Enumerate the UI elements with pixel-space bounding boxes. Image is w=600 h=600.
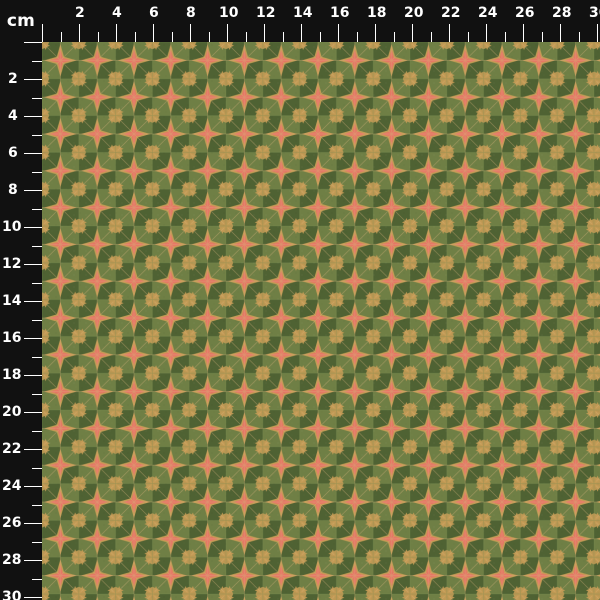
left-ruler-label: 4: [8, 108, 18, 124]
left-major-tick: [24, 190, 42, 191]
top-minor-tick: [320, 32, 321, 42]
left-ruler-label: 12: [2, 256, 22, 272]
left-major-tick: [24, 338, 42, 339]
top-minor-tick: [135, 32, 136, 42]
fabric-texture-overlay: [42, 42, 600, 600]
top-ruler: 24681012141618202224262830: [42, 0, 600, 42]
fabric-pattern-area: [42, 42, 600, 600]
top-major-tick: [449, 24, 450, 42]
left-major-tick: [24, 412, 42, 413]
top-ruler-label: 10: [219, 5, 239, 21]
top-minor-tick: [394, 32, 395, 42]
left-minor-tick: [32, 431, 42, 432]
left-major-tick: [24, 560, 42, 561]
left-minor-tick: [32, 209, 42, 210]
top-ruler-label: 24: [478, 5, 498, 21]
top-minor-tick: [283, 32, 284, 42]
top-ruler-label: 16: [330, 5, 350, 21]
top-major-tick: [560, 24, 561, 42]
left-minor-tick: [32, 468, 42, 469]
top-minor-tick: [579, 32, 580, 42]
top-major-tick: [116, 24, 117, 42]
top-major-tick: [301, 24, 302, 42]
left-ruler-label: 8: [8, 182, 18, 198]
left-major-tick: [24, 486, 42, 487]
left-ruler-label: 30: [2, 589, 22, 600]
left-minor-tick: [32, 394, 42, 395]
unit-label: cm: [6, 11, 36, 31]
fabric-swatch-viewer: cm 24681012141618202224262830 2468101214…: [0, 0, 600, 600]
left-ruler-label: 14: [2, 293, 22, 309]
left-ruler-label: 28: [2, 552, 22, 568]
left-major-tick: [24, 79, 42, 80]
left-minor-tick: [32, 135, 42, 136]
left-ruler-label: 2: [8, 71, 18, 87]
top-ruler-label: 26: [515, 5, 535, 21]
top-ruler-label: 2: [75, 5, 85, 21]
top-major-tick: [264, 24, 265, 42]
left-major-tick: [24, 523, 42, 524]
top-ruler-label: 20: [404, 5, 424, 21]
top-major-tick: [42, 24, 43, 42]
top-major-tick: [227, 24, 228, 42]
top-ruler-label: 14: [293, 5, 313, 21]
left-minor-tick: [32, 246, 42, 247]
left-ruler-label: 6: [8, 145, 18, 161]
left-minor-tick: [32, 283, 42, 284]
top-major-tick: [412, 24, 413, 42]
top-minor-tick: [61, 32, 62, 42]
left-minor-tick: [32, 357, 42, 358]
top-major-tick: [375, 24, 376, 42]
top-minor-tick: [209, 32, 210, 42]
fabric-pattern-svg: [42, 42, 600, 600]
left-major-tick: [24, 153, 42, 154]
left-minor-tick: [32, 98, 42, 99]
left-ruler-label: 20: [2, 404, 22, 420]
top-major-tick: [338, 24, 339, 42]
left-minor-tick: [32, 579, 42, 580]
left-major-tick: [24, 597, 42, 598]
left-major-tick: [24, 449, 42, 450]
top-major-tick: [486, 24, 487, 42]
left-minor-tick: [32, 320, 42, 321]
top-minor-tick: [468, 32, 469, 42]
top-ruler-label: 28: [552, 5, 572, 21]
left-ruler-label: 10: [2, 219, 22, 235]
top-minor-tick: [246, 32, 247, 42]
top-ruler-label: 8: [186, 5, 196, 21]
left-minor-tick: [32, 61, 42, 62]
left-major-tick: [24, 227, 42, 228]
left-major-tick: [24, 301, 42, 302]
left-ruler-label: 26: [2, 515, 22, 531]
top-major-tick: [523, 24, 524, 42]
left-ruler: 2 4 6 8 10 12 14 16 18 20 22 24 26 28 30: [0, 42, 42, 600]
left-ruler-label: 24: [2, 478, 22, 494]
top-minor-tick: [431, 32, 432, 42]
top-ruler-label: 18: [367, 5, 387, 21]
left-major-tick: [24, 375, 42, 376]
top-minor-tick: [172, 32, 173, 42]
top-major-tick: [190, 24, 191, 42]
top-ruler-label: 4: [112, 5, 122, 21]
top-minor-tick: [98, 32, 99, 42]
left-major-tick: [24, 42, 42, 43]
left-minor-tick: [32, 172, 42, 173]
top-ruler-label: 30: [589, 5, 600, 21]
left-major-tick: [24, 264, 42, 265]
top-ruler-label: 12: [256, 5, 276, 21]
left-ruler-label: 22: [2, 441, 22, 457]
left-ruler-label: 16: [2, 330, 22, 346]
top-ruler-label: 6: [149, 5, 159, 21]
top-major-tick: [153, 24, 154, 42]
left-major-tick: [24, 116, 42, 117]
top-major-tick: [79, 24, 80, 42]
top-minor-tick: [542, 32, 543, 42]
left-minor-tick: [32, 542, 42, 543]
top-ruler-label: 22: [441, 5, 461, 21]
top-minor-tick: [505, 32, 506, 42]
top-minor-tick: [357, 32, 358, 42]
left-minor-tick: [32, 505, 42, 506]
top-major-tick: [597, 24, 598, 42]
left-ruler-label: 18: [2, 367, 22, 383]
